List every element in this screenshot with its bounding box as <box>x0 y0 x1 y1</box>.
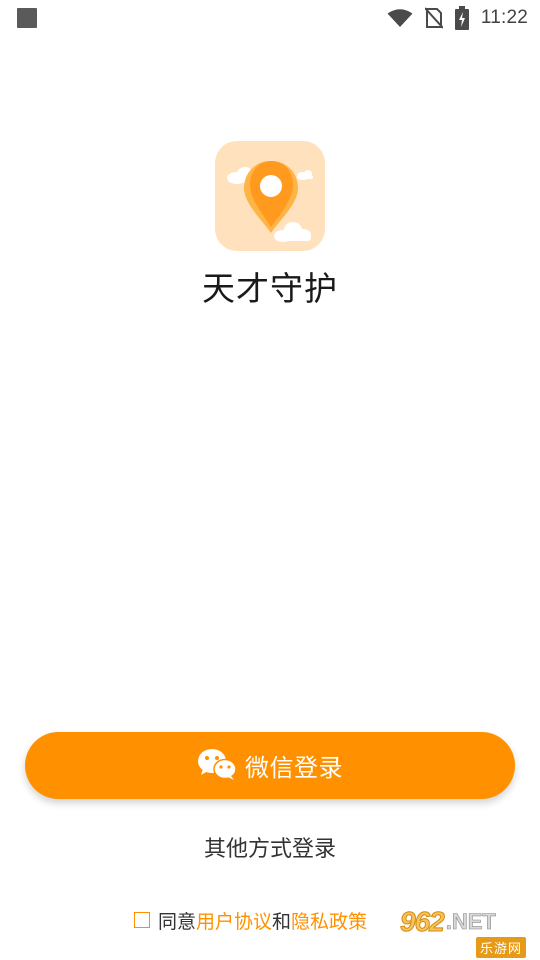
wechat-icon <box>197 747 237 785</box>
no-sim-icon <box>424 7 443 29</box>
watermark-suffix: .NET <box>445 909 496 935</box>
wifi-icon <box>387 8 413 28</box>
agreement-prefix: 同意 <box>158 910 197 933</box>
wechat-login-label: 微信登录 <box>245 754 343 782</box>
watermark-top: 962 .NET <box>400 906 534 938</box>
user-agreement-link[interactable]: 用户协议 <box>196 907 272 934</box>
status-right-group: 11:22 <box>387 0 528 36</box>
location-pin-with-clouds-icon <box>227 161 313 242</box>
privacy-policy-link[interactable]: 隐私政策 <box>291 907 367 934</box>
agreement-and: 和 <box>272 910 292 933</box>
status-bar: 11:22 <box>0 0 540 36</box>
watermark-sub: 乐游网 <box>476 937 527 958</box>
notification-square-icon <box>17 8 37 28</box>
other-login-link[interactable]: 其他方式登录 <box>0 831 540 863</box>
wechat-login-button[interactable]: 微信登录 <box>25 732 515 799</box>
app-logo <box>215 141 325 251</box>
agreement-checkbox[interactable] <box>134 912 150 928</box>
agreement-row: 同意 用户协议 和 隐私政策 <box>134 906 367 934</box>
battery-charging-icon <box>454 6 469 30</box>
watermark-number: 962 <box>400 906 446 938</box>
watermark-logo: 962 .NET 乐游网 <box>400 906 534 958</box>
app-name: 天才守护 <box>202 269 338 308</box>
status-time: 11:22 <box>480 7 528 28</box>
